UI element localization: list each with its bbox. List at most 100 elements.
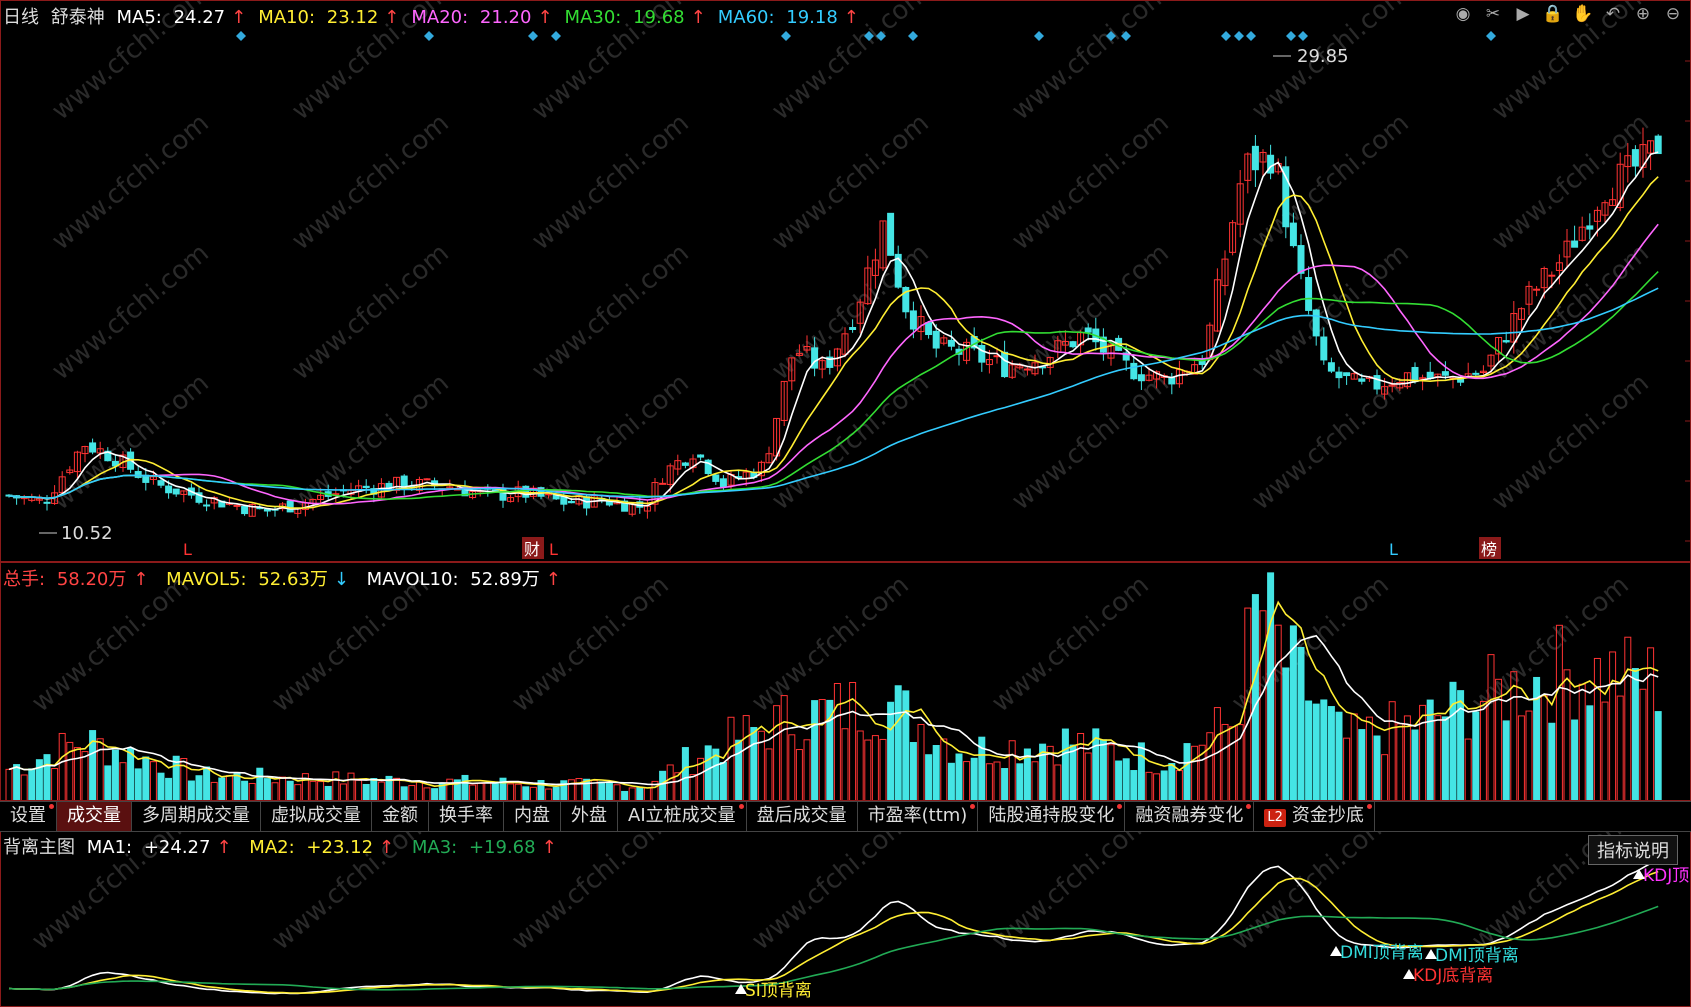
volume-bar	[811, 700, 819, 800]
candle-body	[1533, 288, 1541, 291]
volume-bar	[1130, 770, 1138, 800]
tab-3[interactable]: 虚拟成交量	[261, 802, 372, 831]
volume-bar	[1502, 720, 1510, 800]
volume-bar	[1282, 667, 1290, 800]
volume-bar	[643, 787, 651, 800]
volume-bar	[704, 745, 712, 800]
candle-body	[1251, 145, 1259, 171]
scissors-icon[interactable]: ✂	[1482, 3, 1504, 25]
volume-bar	[157, 772, 165, 800]
candle-body	[157, 480, 165, 486]
volume-bar	[1259, 610, 1267, 800]
watermark-text: www.cfchi.com	[766, 368, 935, 516]
event-marker: L	[1389, 540, 1398, 559]
volume-bar	[545, 788, 553, 800]
tab-1[interactable]: 成交量	[57, 802, 132, 831]
volume-bar	[51, 768, 59, 800]
signal-diamond	[424, 31, 434, 41]
candle-body	[1586, 225, 1594, 230]
ma-legend-item: MA60: 19.18 ↑	[717, 7, 859, 28]
candle-body	[1373, 375, 1381, 390]
volume-bar	[529, 786, 537, 800]
candle-body	[1472, 372, 1480, 375]
period-label[interactable]: 日线	[3, 7, 39, 28]
volume-bar	[1343, 737, 1351, 800]
watermark-text: www.cfchi.com	[286, 108, 455, 256]
candle-body	[1343, 372, 1351, 377]
tab-2[interactable]: 多周期成交量	[132, 802, 261, 831]
volume-panel[interactable]: www.cfchi.com www.cfchi.com www.cfchi.com w…	[0, 562, 1691, 801]
volume-bar	[1365, 716, 1373, 800]
eye-icon[interactable]: ◉	[1452, 3, 1474, 25]
hand-icon[interactable]: ✋	[1572, 3, 1594, 25]
volume-bar	[1016, 763, 1024, 800]
tab-10[interactable]: 市盈率(ttm)	[858, 802, 979, 831]
indicator-help-button[interactable]: 指标说明	[1588, 835, 1678, 865]
volume-bar	[659, 770, 667, 800]
volume-bar	[96, 738, 104, 800]
low-label: 10.52	[61, 523, 113, 544]
tab-7[interactable]: 外盘	[561, 802, 618, 831]
event-marker: L	[549, 540, 558, 559]
volume-bar	[932, 745, 940, 800]
tab-6[interactable]: 内盘	[504, 802, 561, 831]
indicator-tabs: 设置 成交量 多周期成交量 虚拟成交量 金额 换手率 内盘 外盘 AI立桩成交量 盘后成交量 市盈率…	[0, 801, 1691, 832]
plus-circle-icon[interactable]: ⊕	[1632, 3, 1654, 25]
tab-label: 设置	[10, 805, 46, 826]
tab-12[interactable]: 融资融券变化	[1125, 802, 1255, 831]
watermark-text: www.cfchi.com	[746, 570, 915, 718]
volume-bar	[1054, 764, 1062, 800]
divergence-panel[interactable]: www.cfchi.com www.cfchi.com www.cfchi.com w…	[0, 830, 1691, 1007]
tab-8[interactable]: AI立桩成交量	[618, 802, 747, 831]
volume-bar	[1441, 716, 1449, 800]
volume-chart[interactable]: www.cfchi.com www.cfchi.com www.cfchi.com w…	[1, 563, 1691, 801]
tab-label: 外盘	[571, 805, 607, 826]
volume-bar	[1305, 700, 1313, 800]
ma1-label: MA1:	[86, 837, 133, 858]
volume-bar	[241, 780, 249, 800]
volume-bar	[142, 756, 150, 800]
watermark-text: www.cfchi.com	[1246, 108, 1415, 256]
tab-9[interactable]: 盘后成交量	[747, 802, 858, 831]
ma-legend-item: MA10: 23.12 ↑	[258, 7, 400, 28]
volume-bar	[415, 781, 423, 800]
kline-panel[interactable]: www.cfchi.com www.cfchi.com www.cfchi.com w…	[0, 0, 1691, 562]
volume-bar	[1403, 715, 1411, 800]
volume-bar	[423, 787, 431, 800]
watermark-text: www.cfchi.com	[26, 570, 195, 718]
play-icon[interactable]: ▶	[1512, 3, 1534, 25]
tab-13[interactable]: L2 资金抄底	[1254, 802, 1375, 831]
tab-0[interactable]: 设置	[0, 802, 57, 831]
minus-circle-icon[interactable]: ⊖	[1662, 3, 1684, 25]
volume-bar	[1061, 728, 1069, 800]
lock-icon[interactable]: 🔒	[1542, 3, 1564, 25]
volume-bar	[788, 734, 796, 800]
volume-bar	[1449, 681, 1457, 800]
tab-4[interactable]: 金额	[372, 802, 429, 831]
volume-bar	[1548, 722, 1556, 800]
volume-bar	[1578, 683, 1586, 800]
candle-body	[1631, 149, 1639, 167]
notify-dot	[970, 804, 976, 809]
volume-bar	[1654, 711, 1662, 800]
volume-bar	[1153, 773, 1161, 800]
undo-icon[interactable]: ↶	[1602, 3, 1624, 25]
ma-value: 19.18	[780, 7, 838, 28]
ma2-label: MA2:	[249, 837, 295, 858]
volume-bar	[73, 747, 81, 800]
candle-body	[172, 488, 180, 495]
tab-11[interactable]: 陆股通持股变化	[978, 802, 1126, 831]
candle-body	[1312, 309, 1320, 337]
candle-body	[947, 339, 955, 347]
watermark-text: www.cfchi.com	[526, 108, 695, 256]
volume-bar	[1099, 739, 1107, 800]
signal-diamond	[1234, 31, 1244, 41]
candle-body	[1502, 340, 1510, 343]
tab-label: 资金抄底	[1291, 805, 1364, 826]
mavol10-label: MAVOL10:	[366, 569, 459, 590]
tab-5[interactable]: 换手率	[429, 802, 504, 831]
volume-bar	[309, 780, 317, 800]
kline-chart[interactable]: www.cfchi.com www.cfchi.com www.cfchi.com w…	[1, 1, 1691, 562]
volume-bar	[165, 777, 173, 800]
watermark-text: www.cfchi.com	[506, 570, 675, 718]
